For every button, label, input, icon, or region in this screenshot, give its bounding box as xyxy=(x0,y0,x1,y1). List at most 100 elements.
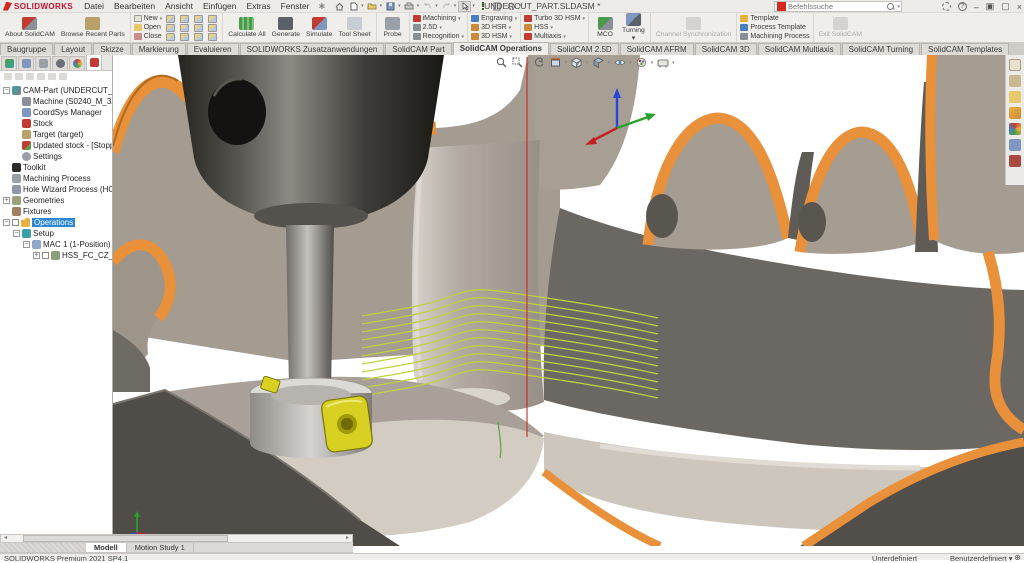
multiaxis-button[interactable]: Multiaxis▾ xyxy=(524,33,585,41)
search-caret-icon[interactable]: ▾ xyxy=(897,4,900,10)
tree-item-settings[interactable]: Settings xyxy=(0,151,112,162)
tab-solidcam-multiaxis[interactable]: SolidCAM Multiaxis xyxy=(758,43,841,55)
doc-icon[interactable] xyxy=(208,24,217,32)
tree-item-operations[interactable]: −Operations xyxy=(0,217,112,228)
hss-caret-icon[interactable]: ▾ xyxy=(551,25,554,31)
collapse-icon[interactable]: − xyxy=(3,219,10,226)
part-doc-icon[interactable] xyxy=(194,24,203,32)
about-solidcam-button[interactable]: About SolidCAM xyxy=(3,16,57,39)
view-settings-icon[interactable] xyxy=(656,56,669,69)
tab-configurationmanager[interactable] xyxy=(35,56,51,70)
assembly-doc-icon[interactable] xyxy=(180,15,189,23)
tab-solidcam-operations[interactable]: SolidCAM Operations xyxy=(453,42,549,55)
search-icon[interactable] xyxy=(887,3,895,11)
turning-button[interactable]: Turning ▾ xyxy=(620,12,647,43)
print-icon[interactable] xyxy=(403,1,416,12)
tab-skizze[interactable]: Skizze xyxy=(93,43,131,55)
part-doc-icon[interactable] xyxy=(194,33,203,41)
doc-icon[interactable] xyxy=(208,33,217,41)
new-button[interactable]: New▾ xyxy=(134,15,163,23)
tree-item-hss-operation[interactable]: +HSS_FC_CZ_faces1 ...T1 xyxy=(0,250,112,261)
tab-solidcam-templates[interactable]: SolidCAM Templates xyxy=(921,43,1009,55)
pin-menu-icon[interactable]: ✱ xyxy=(314,2,329,11)
scrollbar-thumb[interactable] xyxy=(23,535,228,542)
menu-datei[interactable]: Datei xyxy=(79,1,109,11)
channel-synchronization-button[interactable]: Channel Synchronization xyxy=(654,16,734,39)
previous-view-icon[interactable] xyxy=(533,56,546,69)
part-doc-icon[interactable] xyxy=(166,33,175,41)
toolbox-icon[interactable] xyxy=(1009,107,1021,119)
probe-button[interactable]: Probe xyxy=(380,16,406,39)
appearances-icon[interactable] xyxy=(1009,123,1021,135)
tab-solidcam-3d[interactable]: SolidCAM 3D xyxy=(695,43,757,55)
globe-icon[interactable]: ⊕ xyxy=(1014,553,1021,562)
tree-item-coordsys-manager[interactable]: CoordSys Manager xyxy=(0,107,112,118)
tab-solidcam-turning[interactable]: SolidCAM Turning xyxy=(842,43,920,55)
tab-solidcam-part[interactable]: SolidCAM Part xyxy=(385,43,451,55)
save-caret-icon[interactable]: ▾ xyxy=(398,3,401,9)
scroll-left-icon[interactable]: ◂ xyxy=(1,535,10,542)
undo-caret-icon[interactable]: ▾ xyxy=(435,3,438,9)
turning-caret-icon[interactable]: ▾ xyxy=(632,35,635,42)
part-doc-icon[interactable] xyxy=(194,15,203,23)
command-search[interactable]: ▾ xyxy=(774,1,902,12)
status-units-selector[interactable]: Benutzerdefiniert ▾ xyxy=(950,554,1013,563)
section-view-icon[interactable] xyxy=(549,56,562,69)
turbo-caret-icon[interactable]: ▾ xyxy=(583,16,586,22)
tree-item-toolkit[interactable]: Toolkit xyxy=(0,162,112,173)
open-button[interactable]: Open xyxy=(134,24,163,32)
expand-icon[interactable]: + xyxy=(3,197,10,204)
menu-extras[interactable]: Extras xyxy=(242,1,276,11)
generate-button[interactable]: Generate xyxy=(270,16,302,39)
web-doc-icon[interactable] xyxy=(208,15,217,23)
tab-motion-study-1[interactable]: Motion Study 1 xyxy=(127,543,194,552)
op-25d-button[interactable]: 2.5D▾ xyxy=(413,24,464,32)
tab-solidworks-zusatzanwendungen[interactable]: SOLIDWORKS Zusatzanwendungen xyxy=(240,43,385,55)
undo-icon[interactable] xyxy=(421,1,434,12)
new-caret-icon[interactable]: ▾ xyxy=(361,3,364,9)
hss-button[interactable]: HSS▾ xyxy=(524,24,585,32)
print-caret-icon[interactable]: ▾ xyxy=(417,3,420,9)
filter-icon[interactable] xyxy=(48,73,56,80)
filter-icon[interactable] xyxy=(26,73,34,80)
operation-checkbox[interactable] xyxy=(42,252,49,259)
menu-einfuegen[interactable]: Einfügen xyxy=(198,1,242,11)
filter-icon[interactable] xyxy=(4,73,12,80)
select-tool-icon[interactable] xyxy=(458,1,471,12)
hsr-3d-button[interactable]: 3D HSR▾ xyxy=(471,24,517,32)
engraving-button[interactable]: Engraving▾ xyxy=(471,15,517,23)
part-doc-icon[interactable] xyxy=(166,15,175,23)
save-icon[interactable] xyxy=(384,1,397,12)
tree-item-setup[interactable]: −Setup xyxy=(0,228,112,239)
tab-solidcam-25d[interactable]: SolidCAM 2.5D xyxy=(550,43,619,55)
new-document-icon[interactable] xyxy=(347,1,360,12)
display-style-icon[interactable] xyxy=(592,56,605,69)
tree-item-updated-stock[interactable]: Updated stock - [Stopped] xyxy=(0,140,112,151)
filter-icon[interactable] xyxy=(15,73,23,80)
collapse-icon[interactable]: − xyxy=(3,87,10,94)
browse-recent-parts-button[interactable]: Browse Recent Parts xyxy=(59,16,127,39)
operations-checkbox[interactable] xyxy=(12,219,19,226)
tab-evaluieren[interactable]: Evaluieren xyxy=(187,43,239,55)
tab-solidcam-manager[interactable] xyxy=(86,55,102,70)
menu-fenster[interactable]: Fenster xyxy=(276,1,315,11)
tab-modell[interactable]: Modell xyxy=(86,543,127,552)
tool-sheet-button[interactable]: Tool Sheet xyxy=(336,16,372,39)
horizontal-scrollbar[interactable]: ◂ ▸ xyxy=(0,534,353,543)
hide-show-items-icon[interactable] xyxy=(613,56,626,69)
process-template-button[interactable]: Process Template xyxy=(740,24,809,32)
menu-ansicht[interactable]: Ansicht xyxy=(160,1,198,11)
view-palette-icon[interactable] xyxy=(1009,139,1021,151)
settings-gear-icon[interactable] xyxy=(942,2,951,11)
tab-baugruppe[interactable]: Baugruppe xyxy=(0,43,53,55)
tree-item-machine[interactable]: Machine (S0240_M_3X_Spinner-VC750_5mb xyxy=(0,96,112,107)
simulate-button[interactable]: Simulate xyxy=(304,16,334,39)
tab-dimxpertmanager[interactable] xyxy=(52,56,68,70)
scroll-right-icon[interactable]: ▸ xyxy=(343,535,352,542)
assembly-doc-icon[interactable] xyxy=(180,24,189,32)
tree-item-stock[interactable]: Stock xyxy=(0,118,112,129)
tab-layout[interactable]: Layout xyxy=(54,43,92,55)
close-button[interactable]: Close xyxy=(134,33,163,41)
zoom-area-icon[interactable] xyxy=(511,56,524,69)
mco-button[interactable]: MCO xyxy=(592,16,618,39)
